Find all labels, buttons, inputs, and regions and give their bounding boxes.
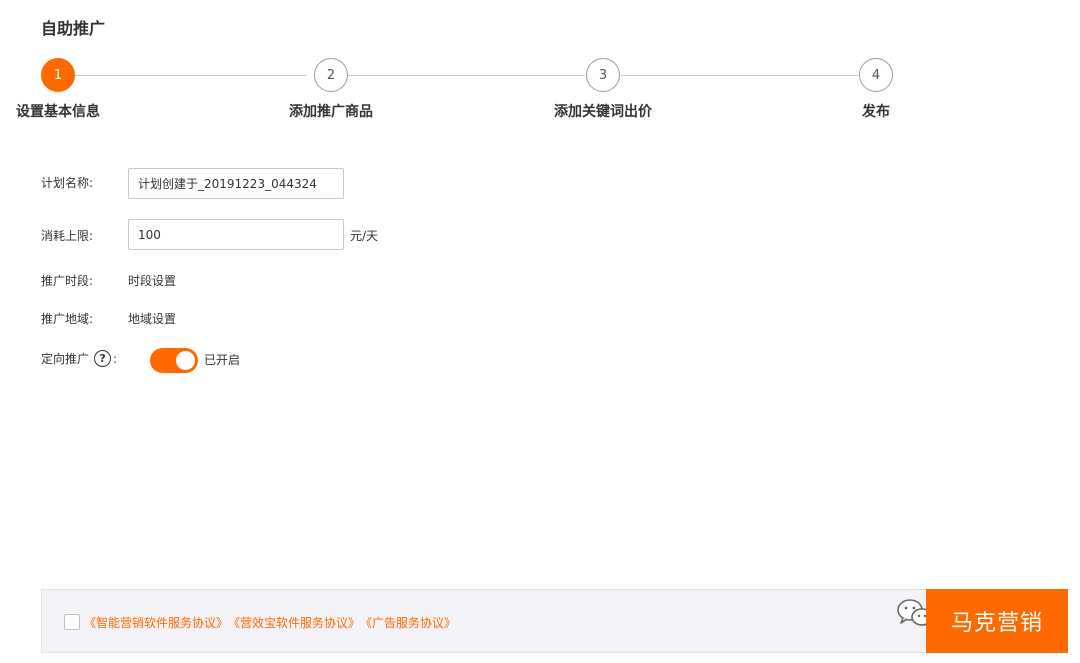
agreement-link-3[interactable]: 《广告服务协议》 (360, 614, 456, 631)
budget-unit: 元/天 (350, 229, 379, 243)
agreement-checkbox[interactable] (64, 614, 80, 630)
plan-name-label: 计划名称: (41, 176, 94, 190)
time-settings-link[interactable]: 时段设置 (128, 272, 176, 289)
budget-row: 消耗上限: (41, 227, 93, 244)
page-title: 自助推广 (41, 19, 106, 38)
step-connector (75, 75, 306, 76)
agreement-link-2[interactable]: 《营效宝软件服务协议》 (228, 614, 360, 631)
footer-bar: 《智能营销软件服务协议》 《营效宝软件服务协议》 《广告服务协议》 马克营销 (41, 589, 1068, 653)
step-progress: 1 2 3 4 设置基本信息 添加推广商品 添加关键词出价 发布 (0, 58, 1080, 128)
help-icon[interactable]: ? (94, 350, 112, 367)
step-connector (348, 75, 585, 76)
targeting-row: 定向推广 ? : (41, 350, 117, 367)
targeting-label-text: 定向推广 (41, 352, 90, 366)
toggle-knob (176, 351, 195, 370)
targeting-toggle[interactable] (150, 348, 198, 373)
step-connector (621, 75, 858, 76)
region-label: 推广地域: (41, 312, 94, 326)
plan-name-row: 计划名称: (41, 174, 93, 191)
region-row: 推广地域: (41, 310, 93, 327)
time-label: 推广时段: (41, 274, 94, 288)
budget-label: 消耗上限: (41, 229, 94, 243)
plan-name-input[interactable] (128, 168, 344, 199)
step-4-label: 发布 (862, 104, 890, 120)
agreement-links: 《智能营销软件服务协议》 《营效宝软件服务协议》 《广告服务协议》 (84, 614, 456, 631)
step-1-circle: 1 (41, 58, 75, 92)
agreement-link-1[interactable]: 《智能营销软件服务协议》 (84, 614, 228, 631)
submit-button[interactable]: 马克营销 (926, 589, 1068, 653)
targeting-status: 已开启 (204, 353, 241, 367)
step-3-circle: 3 (586, 58, 620, 92)
step-3-label: 添加关键词出价 (554, 104, 652, 120)
targeting-colon: : (113, 351, 118, 366)
budget-input[interactable] (128, 219, 344, 250)
targeting-label: 定向推广 ? : (41, 350, 117, 367)
step-2-circle: 2 (314, 58, 348, 92)
step-1-label: 设置基本信息 (16, 104, 100, 120)
step-2-label: 添加推广商品 (289, 104, 373, 120)
time-row: 推广时段: (41, 272, 93, 289)
region-settings-link[interactable]: 地域设置 (128, 310, 176, 327)
step-4-circle: 4 (859, 58, 893, 92)
